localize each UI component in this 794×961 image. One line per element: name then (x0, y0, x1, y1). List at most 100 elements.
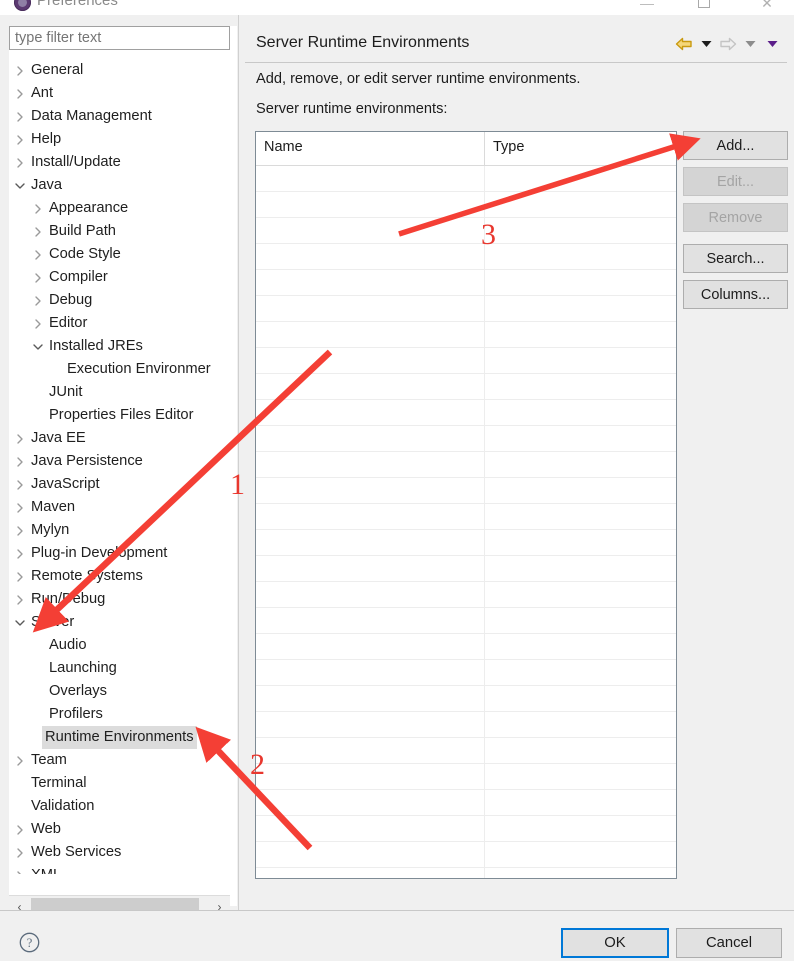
chevron-right-icon[interactable] (31, 295, 45, 306)
table-row[interactable] (256, 634, 676, 660)
sidebar-item-properties-files-editor[interactable]: Properties Files Editor (9, 404, 237, 427)
sidebar-item-maven[interactable]: Maven (9, 496, 237, 519)
table-row[interactable] (256, 296, 676, 322)
sidebar-item-general[interactable]: General (9, 59, 237, 82)
chevron-right-icon[interactable] (31, 272, 45, 283)
back-arrow-icon[interactable] (675, 35, 693, 53)
sidebar-item-xml[interactable]: XML (9, 864, 237, 874)
chevron-right-icon[interactable] (13, 88, 27, 99)
table-row[interactable] (256, 478, 676, 504)
chevron-right-icon[interactable] (13, 548, 27, 559)
table-row[interactable] (256, 192, 676, 218)
sidebar-item-web-services[interactable]: Web Services (9, 841, 237, 864)
sidebar-item-editor[interactable]: Editor (9, 312, 237, 335)
chevron-right-icon[interactable] (13, 824, 27, 835)
table-row[interactable] (256, 660, 676, 686)
sidebar-item-compiler[interactable]: Compiler (9, 266, 237, 289)
table-row[interactable] (256, 764, 676, 790)
sidebar-item-overlays[interactable]: Overlays (9, 680, 237, 703)
table-row[interactable] (256, 608, 676, 634)
chevron-right-icon[interactable] (13, 65, 27, 76)
sidebar-item-installed-jres[interactable]: Installed JREs (9, 335, 237, 358)
sidebar-item-profilers[interactable]: Profilers (9, 703, 237, 726)
table-row[interactable] (256, 504, 676, 530)
search-button[interactable]: Search... (683, 244, 788, 273)
runtime-environments-table[interactable]: Name Type (255, 131, 677, 879)
sidebar-item-execution-environmer[interactable]: Execution Environmer (9, 358, 237, 381)
chevron-down-icon[interactable] (31, 343, 45, 351)
search-input[interactable] (9, 26, 230, 50)
columns-button[interactable]: Columns... (683, 280, 788, 309)
minimize-button[interactable]: — (624, 0, 670, 14)
table-row[interactable] (256, 816, 676, 842)
table-row[interactable] (256, 400, 676, 426)
chevron-down-icon[interactable] (13, 182, 27, 190)
chevron-right-icon[interactable] (13, 134, 27, 145)
chevron-right-icon[interactable] (31, 249, 45, 260)
maximize-button[interactable] (698, 0, 710, 8)
sidebar-item-run-debug[interactable]: Run/Debug (9, 588, 237, 611)
table-row[interactable] (256, 582, 676, 608)
chevron-right-icon[interactable] (13, 456, 27, 467)
table-row[interactable] (256, 322, 676, 348)
page-navigation-toolbar[interactable] (675, 35, 781, 53)
chevron-right-icon[interactable] (13, 111, 27, 122)
sidebar-item-install-update[interactable]: Install/Update (9, 151, 237, 174)
preferences-tree[interactable]: General Ant Data Management Help Install/Upd… (9, 59, 237, 874)
sidebar-item-launching[interactable]: Launching (9, 657, 237, 680)
table-row[interactable] (256, 374, 676, 400)
chevron-right-icon[interactable] (13, 755, 27, 766)
table-row[interactable] (256, 738, 676, 764)
sidebar-item-java-ee[interactable]: Java EE (9, 427, 237, 450)
table-row[interactable] (256, 842, 676, 868)
chevron-right-icon[interactable] (13, 433, 27, 444)
sidebar-item-runtime-environments[interactable]: Runtime Environments (9, 726, 237, 749)
table-row[interactable] (256, 556, 676, 582)
chevron-right-icon[interactable] (13, 502, 27, 513)
chevron-right-icon[interactable] (13, 157, 27, 168)
table-row[interactable] (256, 348, 676, 374)
table-body[interactable] (256, 166, 676, 878)
chevron-right-icon[interactable] (31, 226, 45, 237)
chevron-right-icon[interactable] (13, 571, 27, 582)
table-row[interactable] (256, 868, 676, 878)
cancel-button[interactable]: Cancel (676, 928, 782, 958)
sidebar-item-data-management[interactable]: Data Management (9, 105, 237, 128)
column-header-type[interactable]: Type (484, 132, 676, 165)
chevron-right-icon[interactable] (31, 203, 45, 214)
sidebar-item-plug-in-development[interactable]: Plug-in Development (9, 542, 237, 565)
sidebar-item-appearance[interactable]: Appearance (9, 197, 237, 220)
chevron-right-icon[interactable] (13, 594, 27, 605)
sidebar-item-ant[interactable]: Ant (9, 82, 237, 105)
sidebar-item-junit[interactable]: JUnit (9, 381, 237, 404)
add-button[interactable]: Add... (683, 131, 788, 160)
table-row[interactable] (256, 166, 676, 192)
sidebar-item-server[interactable]: Server (9, 611, 237, 634)
table-row[interactable] (256, 530, 676, 556)
sidebar-item-terminal[interactable]: Terminal (9, 772, 237, 795)
table-row[interactable] (256, 270, 676, 296)
sidebar-item-code-style[interactable]: Code Style (9, 243, 237, 266)
help-question-icon[interactable]: ? (19, 932, 40, 953)
table-row[interactable] (256, 712, 676, 738)
sidebar-item-build-path[interactable]: Build Path (9, 220, 237, 243)
chevron-right-icon[interactable] (13, 870, 27, 874)
sidebar-item-validation[interactable]: Validation (9, 795, 237, 818)
chevron-down-icon[interactable] (697, 35, 715, 53)
sidebar-item-web[interactable]: Web (9, 818, 237, 841)
table-row[interactable] (256, 452, 676, 478)
sidebar-item-debug[interactable]: Debug (9, 289, 237, 312)
chevron-down-icon[interactable] (763, 35, 781, 53)
chevron-right-icon[interactable] (31, 318, 45, 329)
sidebar-item-javascript[interactable]: JavaScript (9, 473, 237, 496)
table-row[interactable] (256, 426, 676, 452)
close-button[interactable]: ✕ (744, 0, 790, 14)
table-row[interactable] (256, 686, 676, 712)
ok-button[interactable]: OK (561, 928, 669, 958)
table-row[interactable] (256, 218, 676, 244)
sidebar-item-team[interactable]: Team (9, 749, 237, 772)
chevron-down-icon[interactable] (13, 619, 27, 627)
chevron-right-icon[interactable] (13, 479, 27, 490)
column-header-name[interactable]: Name (256, 132, 484, 165)
sidebar-item-audio[interactable]: Audio (9, 634, 237, 657)
